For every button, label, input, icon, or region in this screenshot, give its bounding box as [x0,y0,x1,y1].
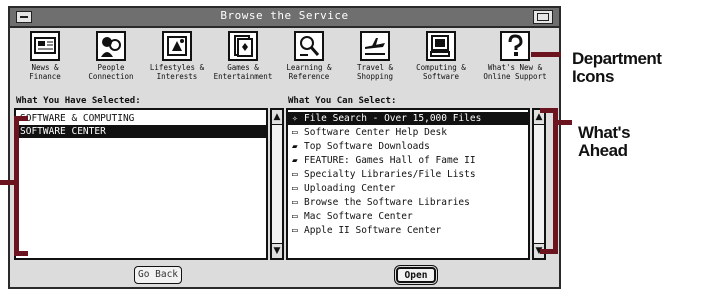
scroll-down-arrow-icon[interactable]: ▼ [272,243,282,258]
list-item-label: SOFTWARE & COMPUTING [20,113,135,124]
department-icons-row: News & Finance People Connection Lifesty… [10,30,559,96]
people-connection-icon [96,31,126,61]
dept-label: News & Finance [29,63,61,81]
folder-icon: ▭ [292,169,298,180]
list-item-label: Apple II Software Center [304,225,442,236]
window-titlebar[interactable]: Browse the Service [10,8,559,28]
dept-label: Learning & Reference [286,63,332,81]
travel-shopping-icon [360,31,390,61]
list-item-label: FEATURE: Games Hall of Fame II [304,155,476,166]
folder-icon: ▭ [292,211,298,222]
dept-label: Games & Entertainment [213,63,273,81]
list-item[interactable]: ▭ Mac Software Center [288,210,528,223]
dept-label: Lifestyles & Interests [149,63,205,81]
list-item-label: Uploading Center [304,183,396,194]
list-item-label: Mac Software Center [304,211,413,222]
computing-software-icon [426,31,456,61]
list-item[interactable]: ▭ Uploading Center [288,182,528,195]
list-item-label: SOFTWARE CENTER [20,126,106,137]
go-back-button[interactable]: Go Back [134,266,182,284]
dept-games-entertainment[interactable]: Games & Entertainment [210,30,276,96]
dept-computing-software[interactable]: Computing & Software [408,30,474,96]
dept-lifestyles-interests[interactable]: Lifestyles & Interests [144,30,210,96]
selected-bracket [14,116,28,256]
lifestyles-interests-icon [162,31,192,61]
list-item-selected[interactable]: SOFTWARE CENTER [16,125,266,138]
list-item[interactable]: ▰ Top Software Downloads [288,140,528,153]
list-item-label: File Search - Over 15,000 Files [304,113,482,124]
list-item-label: Software Center Help Desk [304,127,447,138]
dept-people-connection[interactable]: People Connection [78,30,144,96]
dept-news-finance[interactable]: News & Finance [12,30,78,96]
select-list[interactable]: ✧ File Search - Over 15,000 Files ▭ Softwa… [286,108,530,260]
whats-ahead-pointer [558,120,572,125]
folder-icon: ▭ [292,183,298,194]
selected-list-scrollbar[interactable]: ▲ ▼ [270,108,284,260]
browse-window: Browse the Service News & Finance People… [8,6,561,289]
dept-label: Computing & Software [416,63,466,81]
list-item[interactable]: ▭ Software Center Help Desk [288,126,528,139]
select-panel-heading: What You Can Select: [288,96,397,106]
folder-icon: ▭ [292,197,298,208]
document-icon: ▰ [292,155,298,166]
whats-ahead-callout: What's Ahead [578,123,631,160]
folder-icon: ▭ [292,127,298,138]
whats-new-support-icon [500,31,530,61]
department-icons-pointer [531,52,561,57]
scroll-up-arrow-icon[interactable]: ▲ [272,110,282,125]
list-item-label: Specialty Libraries/File Lists [304,169,476,180]
learning-reference-icon [294,31,324,61]
document-icon: ▰ [292,141,298,152]
dept-label: What's New & Online Support [483,63,547,81]
list-item[interactable]: ▰ FEATURE: Games Hall of Fame II [288,154,528,167]
selected-pointer [0,180,16,185]
games-entertainment-icon [228,31,258,61]
window-title: Browse the Service [220,9,349,22]
whats-ahead-bracket [540,108,558,254]
list-item[interactable]: ▭ Apple II Software Center [288,224,528,237]
department-icons-callout: Department Icons [572,49,662,86]
list-item[interactable]: ▭ Browse the Software Libraries [288,196,528,209]
dept-label: Travel & Shopping [356,63,394,81]
dept-travel-shopping[interactable]: Travel & Shopping [342,30,408,96]
dept-whats-new-support[interactable]: What's New & Online Support [476,30,554,96]
search-icon: ✧ [292,113,298,124]
folder-icon: ▭ [292,225,298,236]
dept-learning-reference[interactable]: Learning & Reference [276,30,342,96]
selected-panel-heading: What You Have Selected: [16,96,141,106]
list-item[interactable]: SOFTWARE & COMPUTING [16,112,266,125]
news-finance-icon [30,31,60,61]
selected-list[interactable]: SOFTWARE & COMPUTING SOFTWARE CENTER [14,108,268,260]
list-item-label: Top Software Downloads [304,141,430,152]
open-button[interactable]: Open [394,265,438,285]
list-item-label: Browse the Software Libraries [304,197,470,208]
zoom-box-icon[interactable] [533,10,553,24]
list-item-selected[interactable]: ✧ File Search - Over 15,000 Files [288,112,528,125]
list-item[interactable]: ▭ Specialty Libraries/File Lists [288,168,528,181]
dept-label: People Connection [88,63,134,81]
